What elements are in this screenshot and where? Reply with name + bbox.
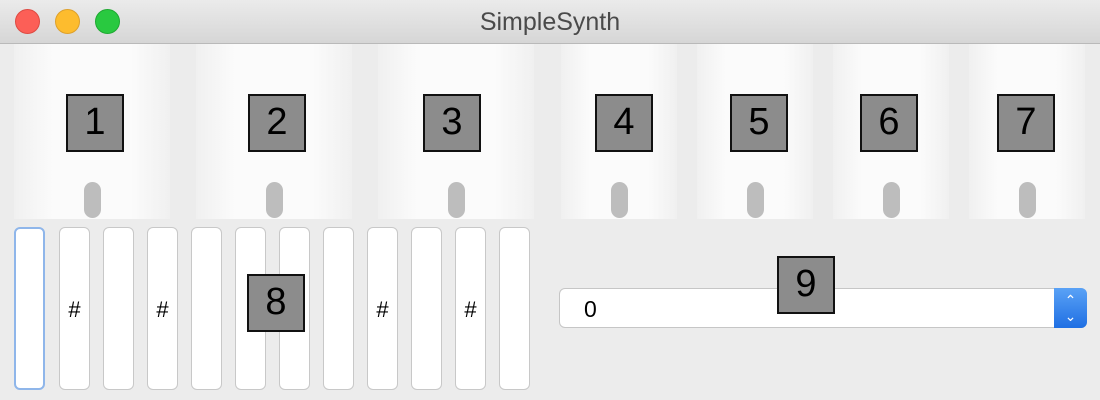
control-handle-3[interactable] [448,182,465,218]
piano-key[interactable] [14,227,45,390]
piano-key[interactable] [323,227,354,390]
control-handle-5[interactable] [747,182,764,218]
annotation-marker-6: 6 [860,94,918,152]
piano-key[interactable] [499,227,530,390]
piano-key[interactable]: # [455,227,486,390]
annotation-marker-5: 5 [730,94,788,152]
piano-key[interactable]: # [367,227,398,390]
up-down-stepper-icon[interactable]: ⌃ ⌄ [1054,288,1087,328]
piano-key[interactable] [191,227,222,390]
popup-value: 0 [584,296,597,322]
piano-key[interactable] [411,227,442,390]
annotation-marker-2: 2 [248,94,306,152]
annotation-marker-4: 4 [595,94,653,152]
control-handle-6[interactable] [883,182,900,218]
annotation-marker-3: 3 [423,94,481,152]
chevron-up-icon: ⌃ [1064,292,1077,308]
window-title: SimpleSynth [479,8,621,36]
annotation-marker-8: 8 [247,274,305,332]
title-bar: SimpleSynth [0,0,1100,44]
piano-key[interactable]: # [147,227,178,390]
annotation-marker-7: 7 [997,94,1055,152]
control-handle-7[interactable] [1019,182,1036,218]
annotation-marker-9: 9 [777,256,835,314]
annotation-marker-1: 1 [66,94,124,152]
chevron-down-icon: ⌄ [1064,308,1077,324]
control-handle-1[interactable] [84,182,101,218]
control-handle-2[interactable] [266,182,283,218]
piano-key[interactable]: # [59,227,90,390]
piano-key[interactable] [103,227,134,390]
control-handle-4[interactable] [611,182,628,218]
